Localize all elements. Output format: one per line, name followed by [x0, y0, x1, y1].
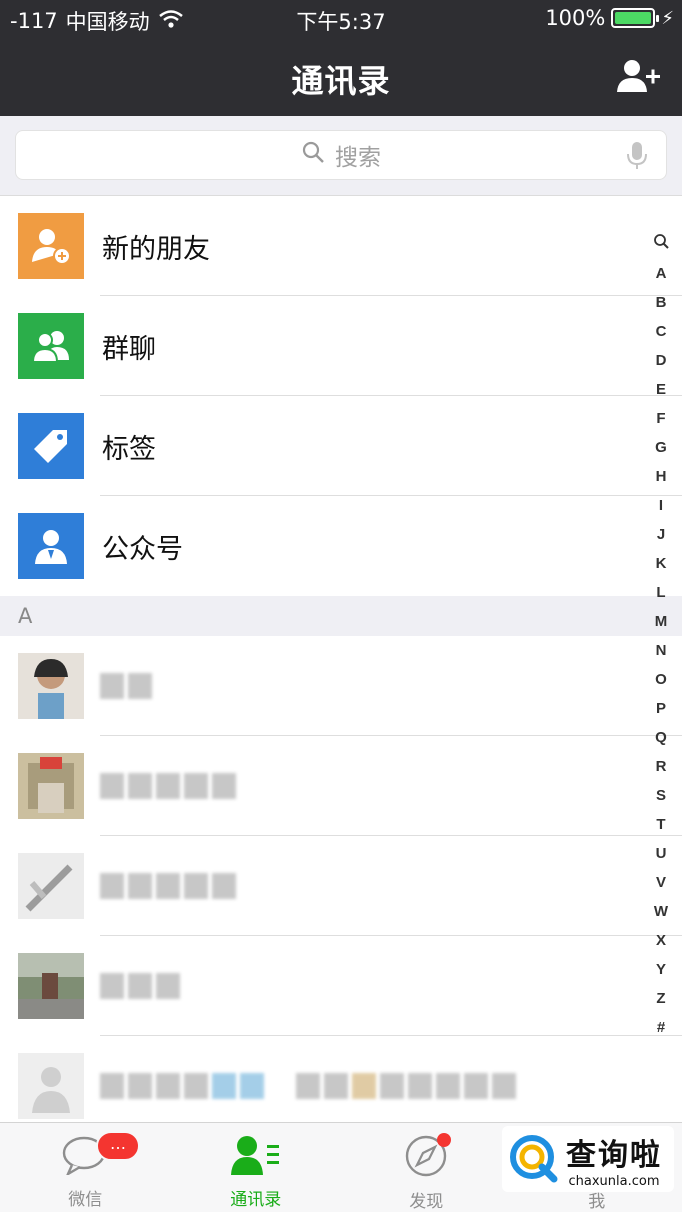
row-label: 公众号 — [102, 533, 183, 565]
status-bar: -117 中国移动 下午5:37 100% ⚡ — [0, 0, 682, 38]
index-letter[interactable]: M — [655, 607, 668, 636]
index-letter[interactable]: N — [656, 636, 667, 665]
avatar — [18, 753, 84, 819]
index-letter[interactable]: # — [657, 1013, 665, 1042]
index-letter[interactable]: Q — [655, 723, 667, 752]
tags-row[interactable]: 标签 — [0, 396, 682, 496]
search-icon — [301, 140, 325, 170]
new-friend-icon — [18, 213, 84, 279]
index-letter[interactable]: Z — [656, 984, 665, 1013]
avatar — [18, 653, 84, 719]
index-letter[interactable]: W — [654, 897, 668, 926]
blurred-name — [100, 873, 236, 899]
blurred-name — [100, 1073, 516, 1099]
index-letter[interactable]: E — [656, 375, 666, 404]
index-letter[interactable]: P — [656, 694, 666, 723]
index-letter[interactable]: C — [656, 317, 667, 346]
top-bar: -117 中国移动 下午5:37 100% ⚡ 通讯录 — [0, 0, 682, 116]
index-letter[interactable]: K — [656, 549, 667, 578]
tab-chats[interactable]: 微信 … — [0, 1123, 171, 1212]
index-search-icon[interactable] — [653, 230, 669, 259]
blurred-name — [100, 673, 152, 699]
contact-row[interactable] — [0, 1036, 682, 1122]
avatar — [18, 953, 84, 1019]
row-label: 新的朋友 — [102, 233, 210, 265]
index-letter[interactable]: B — [656, 288, 667, 317]
official-accounts-row[interactable]: 公众号 — [0, 496, 682, 596]
page-title: 通讯录 — [291, 62, 391, 100]
row-label: 群聊 — [102, 333, 156, 365]
group-chat-icon — [18, 313, 84, 379]
battery-icon — [611, 8, 660, 28]
index-letter[interactable]: T — [656, 810, 665, 839]
alphabet-index[interactable]: A B C D E F G H I J K L M N O P Q R S T U V W X Y Z # — [648, 230, 674, 1042]
index-letter[interactable]: A — [656, 259, 667, 288]
official-account-icon — [18, 513, 84, 579]
contact-row[interactable] — [0, 636, 682, 736]
index-letter[interactable]: J — [657, 520, 665, 549]
index-letter[interactable]: O — [655, 665, 667, 694]
battery-percent: 100% — [545, 6, 606, 30]
new-friends-row[interactable]: 新的朋友 — [0, 196, 682, 296]
watermark-q-icon — [508, 1133, 560, 1185]
index-letter[interactable]: F — [656, 404, 665, 433]
avatar — [18, 853, 84, 919]
tag-icon — [18, 413, 84, 479]
index-letter[interactable]: R — [656, 752, 667, 781]
row-label: 标签 — [102, 433, 156, 465]
search-placeholder: 搜索 — [335, 145, 381, 171]
microphone-icon[interactable] — [626, 141, 648, 177]
tab-label: 微信 — [68, 1190, 103, 1210]
charging-icon: ⚡ — [661, 7, 674, 29]
unread-badge: … — [96, 1131, 140, 1161]
index-letter[interactable]: G — [655, 433, 667, 462]
group-chat-row[interactable]: 群聊 — [0, 296, 682, 396]
index-letter[interactable]: U — [656, 839, 667, 868]
watermark-url: chaxunla.com — [568, 1173, 660, 1189]
index-letter[interactable]: H — [656, 462, 667, 491]
avatar — [18, 1053, 84, 1119]
contacts-icon — [230, 1135, 281, 1179]
new-dot-badge — [437, 1133, 451, 1147]
tab-label: 通讯录 — [230, 1190, 282, 1210]
index-letter[interactable]: V — [656, 868, 666, 897]
index-letter[interactable]: L — [656, 578, 665, 607]
tab-contacts[interactable]: 通讯录 — [171, 1123, 342, 1212]
contact-row[interactable] — [0, 736, 682, 836]
watermark-title: 查询啦 — [566, 1137, 662, 1173]
contact-row[interactable] — [0, 936, 682, 1036]
search-input[interactable]: 搜索 — [15, 130, 667, 180]
section-header-a: A — [0, 596, 682, 636]
blurred-name — [100, 973, 180, 999]
contact-row[interactable] — [0, 836, 682, 936]
contact-list: 新的朋友 群聊 标签 公众号 A — [0, 196, 682, 1122]
index-letter[interactable]: D — [656, 346, 667, 375]
add-contact-icon[interactable] — [616, 58, 662, 94]
tab-label: 发现 — [409, 1192, 444, 1212]
index-letter[interactable]: S — [656, 781, 666, 810]
search-area: 搜索 — [0, 116, 682, 196]
blurred-name — [100, 773, 236, 799]
index-letter[interactable]: Y — [656, 955, 666, 984]
index-letter[interactable]: I — [659, 491, 663, 520]
index-letter[interactable]: X — [656, 926, 666, 955]
tab-discover[interactable]: 发现 — [341, 1123, 512, 1212]
watermark-logo: 查询啦 chaxunla.com — [502, 1126, 674, 1192]
